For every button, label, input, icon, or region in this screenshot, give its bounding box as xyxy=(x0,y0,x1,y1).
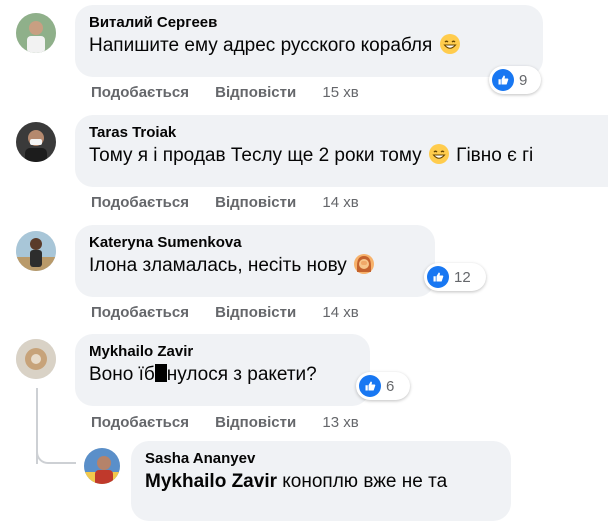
comment-timestamp[interactable]: 14 хв xyxy=(322,194,358,211)
comment-author[interactable]: Виталий Сергеев xyxy=(89,13,529,33)
comment-timestamp[interactable]: 14 хв xyxy=(322,304,358,321)
reply-button[interactable]: Відповісти xyxy=(215,414,296,431)
comment-author[interactable]: Taras Troiak xyxy=(89,123,608,143)
comment-text-continuation: нулося з ракети? xyxy=(166,364,317,385)
mention-link[interactable]: Mykhailo Zavir xyxy=(145,471,277,492)
like-button[interactable]: Подобається xyxy=(91,194,189,211)
reaction-count: 6 xyxy=(386,377,395,395)
comment-bubble: Виталий Сергеев Напишите ему адрес русск… xyxy=(75,5,543,77)
comment-text-content: Ілона зламалась, несіть нову xyxy=(89,255,347,276)
comment-text: Ілона зламалась, несіть нову xyxy=(89,253,421,279)
reaction-summary[interactable]: 12 xyxy=(424,263,486,291)
like-button[interactable]: Подобається xyxy=(91,84,189,101)
reply-thread-connector xyxy=(36,442,76,464)
comment-actions: Подобається Відповісти 13 хв xyxy=(91,413,381,433)
like-icon xyxy=(492,69,514,91)
reaction-summary[interactable]: 9 xyxy=(489,66,541,94)
comment-text: Напишите ему адрес русского корабля xyxy=(89,33,529,59)
reply-button[interactable]: Відповісти xyxy=(215,194,296,211)
comment-text: Mykhailo Zavir коноплю вже не та xyxy=(145,469,497,495)
reaction-count: 9 xyxy=(519,71,528,89)
avatar[interactable] xyxy=(84,448,120,484)
comment-timestamp[interactable]: 13 хв xyxy=(322,414,358,431)
like-icon xyxy=(359,375,381,397)
comment-author[interactable]: Sasha Ananyev xyxy=(145,449,497,469)
like-button[interactable]: Подобається xyxy=(91,304,189,321)
comment-actions: Подобається Відповісти 14 хв xyxy=(91,193,381,213)
comment-bubble: Taras Troiak Тому я і продав Теслу ще 2 … xyxy=(75,115,608,187)
reply-button[interactable]: Відповісти xyxy=(215,304,296,321)
comment-actions: Подобається Відповісти 15 хв xyxy=(91,83,381,103)
comment-author[interactable]: Kateryna Sumenkova xyxy=(89,233,421,253)
comment-text: Тому я і продав Теслу ще 2 роки тому Гів… xyxy=(89,143,608,169)
comment-text-content: Воно їб xyxy=(89,364,155,385)
grinning-face-icon xyxy=(428,144,449,164)
comment-bubble: Kateryna Sumenkova Ілона зламалась, несі… xyxy=(75,225,435,297)
avatar[interactable] xyxy=(16,339,56,379)
comment-author[interactable]: Mykhailo Zavir xyxy=(89,342,356,362)
comment-bubble: Sasha Ananyev Mykhailo Zavir коноплю вже… xyxy=(131,441,511,521)
reaction-summary[interactable]: 6 xyxy=(356,372,410,400)
like-button[interactable]: Подобається xyxy=(91,414,189,431)
reply-button[interactable]: Відповісти xyxy=(215,84,296,101)
grinning-face-icon xyxy=(439,34,460,54)
comment-actions: Подобається Відповісти 14 хв xyxy=(91,303,381,323)
avatar[interactable] xyxy=(16,122,56,162)
censor-block xyxy=(154,364,167,382)
avatar[interactable] xyxy=(16,231,56,271)
comment-text-content: Напишите ему адрес русского корабля xyxy=(89,35,433,56)
reaction-count: 12 xyxy=(454,268,471,286)
comment-text-continuation: Гівно є гі xyxy=(456,145,534,166)
avatar[interactable] xyxy=(16,13,56,53)
like-icon xyxy=(427,266,449,288)
comment-text-content: коноплю вже не та xyxy=(282,471,448,492)
comment-timestamp[interactable]: 15 хв xyxy=(322,84,358,101)
woman-facepalming-icon xyxy=(354,254,375,274)
comment-text-content: Тому я і продав Теслу ще 2 роки тому xyxy=(89,145,422,166)
comment-text: Воно їб нулося з ракети? xyxy=(89,362,356,388)
comment-bubble: Mykhailo Zavir Воно їб нулося з ракети? xyxy=(75,334,370,406)
